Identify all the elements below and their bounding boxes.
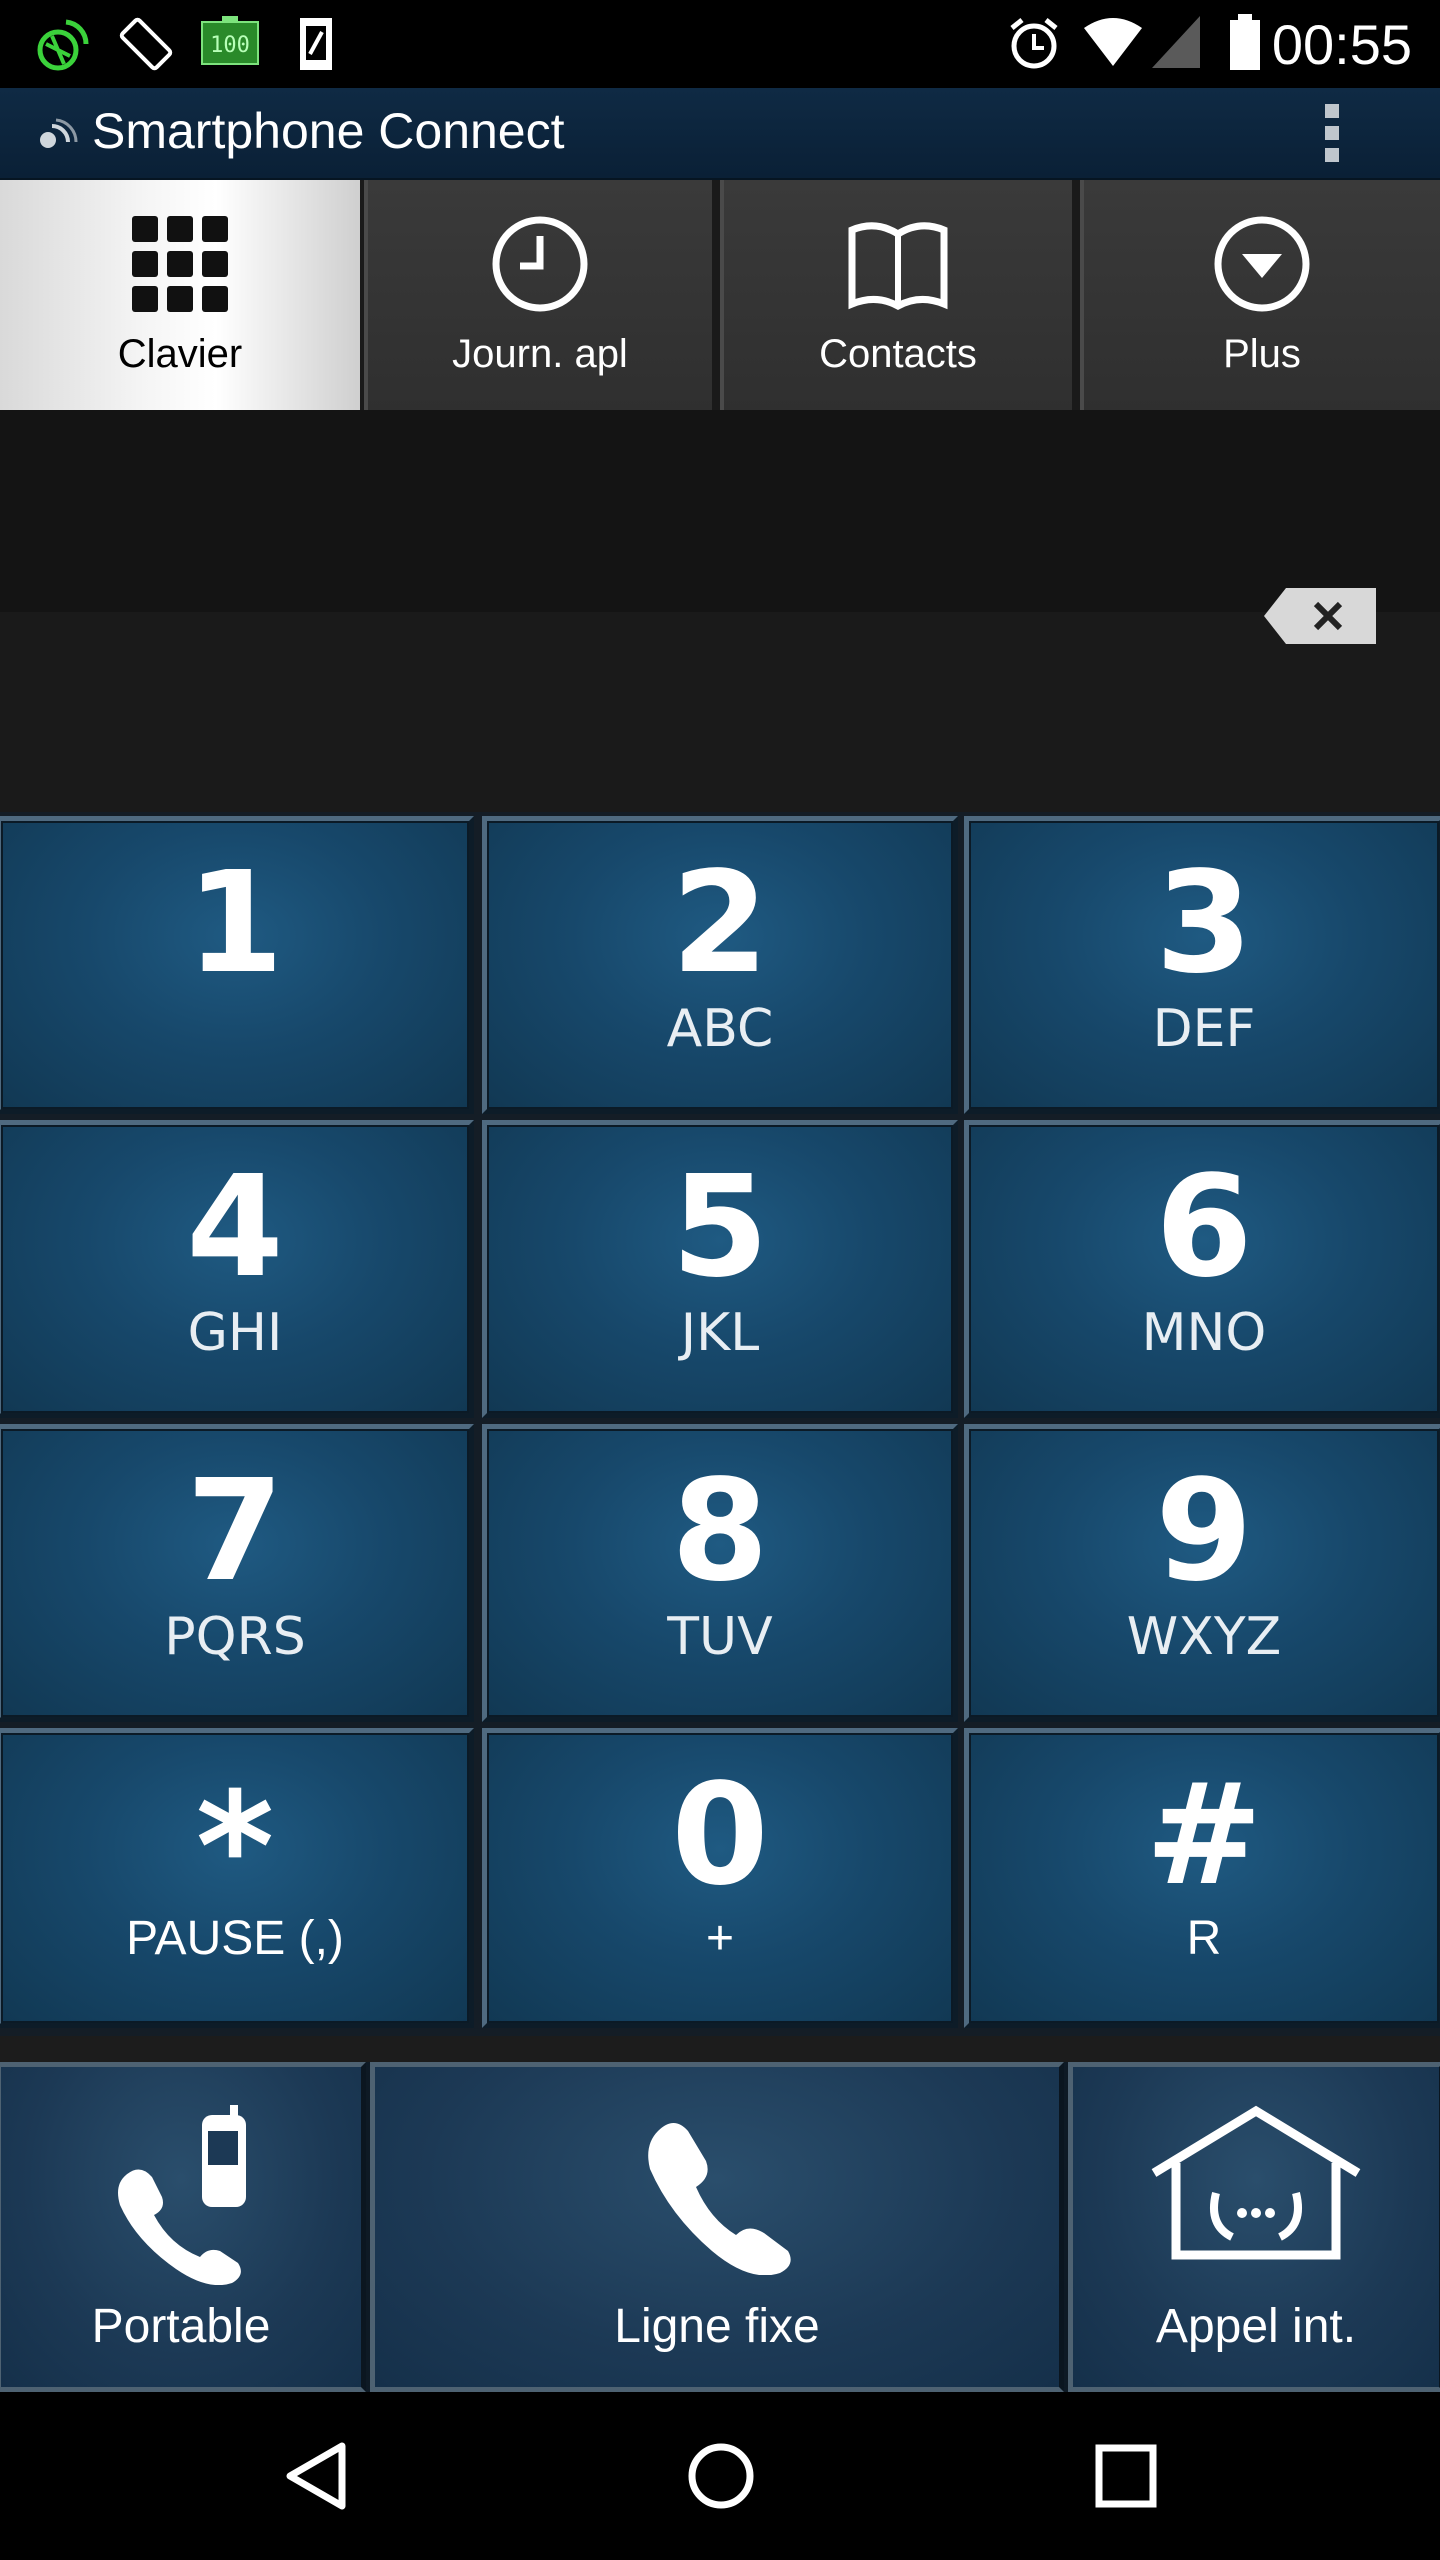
navigation-bar [0, 2392, 1440, 2560]
key-star[interactable]: * PAUSE (,) [0, 1728, 474, 2028]
key-digit: # [1145, 1754, 1263, 1917]
signal-icon [1150, 14, 1202, 75]
call-buttons: Portable Ligne fixe Appel int. [0, 2062, 1440, 2392]
key-digit: 4 [186, 1146, 284, 1309]
key-5[interactable]: 5 JKL [482, 1120, 958, 1418]
key-1[interactable]: 1 [0, 816, 474, 1114]
key-digit: 2 [671, 842, 769, 1005]
wifi-icon [1082, 14, 1144, 75]
key-digit: 9 [1155, 1450, 1253, 1613]
key-digit: * [195, 1761, 275, 1935]
key-letters: TUV [667, 1607, 773, 1667]
clock-time: 00:55 [1271, 13, 1412, 76]
key-digit: 0 [671, 1754, 769, 1917]
key-8[interactable]: 8 TUV [482, 1424, 958, 1722]
app-title: Smartphone Connect [92, 103, 565, 159]
sd-card-icon [296, 14, 336, 79]
call-ligne-fixe-button[interactable]: Ligne fixe [370, 2062, 1064, 2392]
tab-contacts[interactable]: Contacts [720, 180, 1072, 410]
home-icon[interactable] [686, 2440, 756, 2517]
key-letters: DEF [1152, 999, 1256, 1059]
key-0[interactable]: 0 + [482, 1728, 958, 2028]
tab-plus[interactable]: Plus [1080, 180, 1440, 410]
key-letters: PAUSE (,) [126, 1912, 344, 1965]
key-digit: 6 [1155, 1146, 1253, 1309]
call-button-label: Appel int. [1155, 2300, 1357, 2353]
key-3[interactable]: 3 DEF [964, 816, 1440, 1114]
more-vert-icon[interactable] [1312, 98, 1352, 170]
svg-text:100: 100 [210, 33, 250, 58]
tab-label: Clavier [117, 332, 243, 376]
key-9[interactable]: 9 WXYZ [964, 1424, 1440, 1722]
keypad: 1 2 ABC 3 DEF 4 GHI 5 JKL 6 MNO 7 PQRS 8… [0, 812, 1440, 2036]
divider [0, 2036, 1440, 2062]
recents-icon[interactable] [1094, 2440, 1158, 2517]
app-bar: Smartphone Connect [0, 88, 1440, 180]
alarm-icon [1006, 14, 1062, 79]
call-intercom-button[interactable]: Appel int. [1068, 2062, 1440, 2392]
key-letters: JKL [680, 1303, 760, 1363]
call-button-label: Ligne fixe [614, 2300, 820, 2353]
tab-bar: Clavier Journ. apl Contacts Plus [0, 180, 1440, 410]
key-letters: ABC [666, 999, 774, 1059]
number-display-lower [0, 612, 1440, 812]
key-6[interactable]: 6 MNO [964, 1120, 1440, 1418]
app-logo-icon [34, 118, 78, 159]
status-bar: 100 00:55 [0, 0, 1440, 88]
tab-label: Journ. apl [452, 332, 628, 376]
key-4[interactable]: 4 GHI [0, 1120, 474, 1418]
key-2[interactable]: 2 ABC [482, 816, 958, 1114]
battery-100-icon: 100 [200, 14, 262, 75]
key-7[interactable]: 7 PQRS [0, 1424, 474, 1722]
book-icon [846, 214, 950, 319]
tab-journal[interactable]: Journ. apl [364, 180, 712, 410]
backspace-icon[interactable] [1262, 586, 1378, 646]
sync-icon [32, 14, 92, 79]
tab-clavier[interactable]: Clavier [0, 180, 360, 410]
battery-icon [1228, 14, 1262, 77]
key-digit: 8 [671, 1450, 769, 1613]
call-button-label: Portable [91, 2300, 271, 2353]
clock-icon [490, 214, 590, 319]
rotate-icon [116, 14, 176, 79]
key-letters: R [1186, 1912, 1222, 1965]
tab-label: Contacts [819, 332, 977, 376]
back-icon[interactable] [284, 2440, 348, 2517]
phone-icon [632, 2105, 802, 2280]
key-letters: MNO [1141, 1303, 1267, 1363]
key-letters: WXYZ [1126, 1607, 1282, 1667]
mobile-call-icon [96, 2105, 266, 2290]
key-letters: PQRS [164, 1607, 306, 1667]
chevron-circle-down-icon [1212, 214, 1312, 319]
number-display[interactable] [0, 410, 1440, 612]
key-digit: 1 [186, 842, 284, 1005]
key-hash[interactable]: # R [964, 1728, 1440, 2028]
key-letters: + [705, 1912, 735, 1965]
call-portable-button[interactable]: Portable [0, 2062, 366, 2392]
key-letters: GHI [187, 1303, 283, 1363]
key-digit: 5 [671, 1146, 769, 1309]
home-call-icon [1146, 2105, 1366, 2270]
tab-label: Plus [1223, 332, 1301, 376]
key-digit: 7 [186, 1450, 284, 1613]
key-digit: 3 [1155, 842, 1253, 1005]
keypad-grid-icon [130, 214, 230, 319]
